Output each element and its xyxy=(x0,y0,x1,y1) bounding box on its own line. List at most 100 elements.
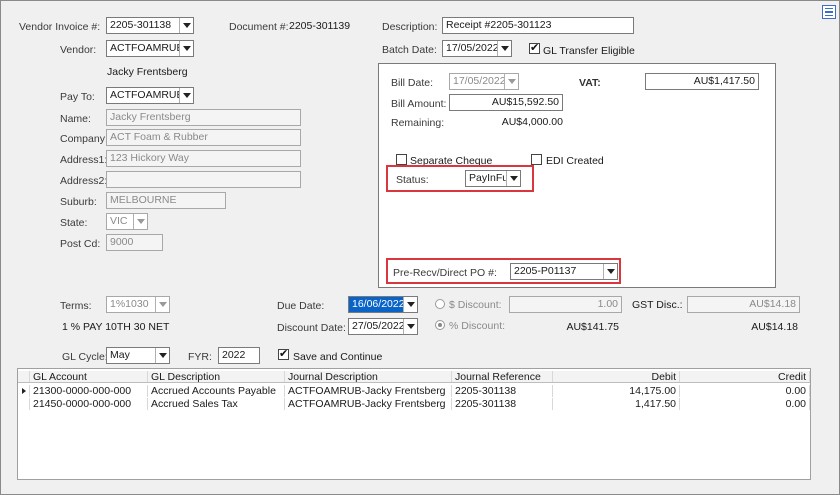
bill-date-combo[interactable]: 17/05/2022 xyxy=(449,73,519,90)
due-date-label: Due Date: xyxy=(277,300,325,312)
table-row[interactable]: 21300-0000-000-000 Accrued Accounts Paya… xyxy=(18,385,810,397)
chevron-down-icon[interactable] xyxy=(403,297,417,312)
bill-amount-field[interactable]: AU$15,592.50 xyxy=(449,94,563,111)
post-cd-field[interactable]: 9000 xyxy=(106,234,163,251)
gl-cycle-combo[interactable]: May xyxy=(106,347,170,364)
cell-gl-account[interactable]: 21300-0000-000-000 xyxy=(30,385,148,397)
due-date-value: 16/06/2022 xyxy=(349,297,403,312)
pay-to-combo[interactable]: ACTFOAMRUB xyxy=(106,87,194,104)
save-continue-label: Save and Continue xyxy=(293,351,383,363)
document-value: 2205-301139 xyxy=(289,20,351,32)
separate-cheque-checkbox[interactable] xyxy=(396,154,407,165)
batch-date-combo[interactable]: 17/05/2022 xyxy=(442,40,512,57)
chevron-down-icon[interactable] xyxy=(155,348,169,363)
gl-distribution-grid[interactable]: GL Account GL Description Journal Descri… xyxy=(17,368,811,480)
company-label: Company: xyxy=(60,133,108,145)
grid-header-indicator xyxy=(18,371,30,382)
gst-disc-field[interactable]: AU$14.18 xyxy=(687,296,800,313)
vendor-invoice-combo[interactable]: 2205-301138 xyxy=(106,17,194,34)
bill-date-value: 17/05/2022 xyxy=(453,75,504,87)
pct-discount-radio[interactable] xyxy=(435,320,445,330)
vendor-invoice-label: Vendor Invoice #: xyxy=(19,21,101,33)
due-date-combo[interactable]: 16/06/2022 xyxy=(348,296,418,313)
vendor-combo[interactable]: ACTFOAMRUB xyxy=(106,40,194,57)
description-field[interactable]: Receipt #2205-301123 xyxy=(442,17,634,34)
cell-debit[interactable]: 14,175.00 xyxy=(553,385,680,397)
chevron-down-icon[interactable] xyxy=(155,297,169,312)
cell-gl-description[interactable]: Accrued Sales Tax xyxy=(148,398,285,410)
row-pointer-icon xyxy=(18,385,30,397)
state-combo[interactable]: VIC xyxy=(106,213,148,230)
address2-field[interactable] xyxy=(106,171,301,188)
pay-to-value: ACTFOAMRUB xyxy=(110,89,179,101)
cell-journal-description[interactable]: ACTFOAMRUB-Jacky Frentsberg xyxy=(285,398,452,410)
cell-debit[interactable]: 1,417.50 xyxy=(553,398,680,410)
vendor-invoice-value: 2205-301138 xyxy=(110,19,172,31)
cell-journal-description[interactable]: ACTFOAMRUB-Jacky Frentsberg xyxy=(285,385,452,397)
po-highlight xyxy=(386,258,621,284)
grid-header-credit[interactable]: Credit xyxy=(680,371,810,382)
cell-credit[interactable]: 0.00 xyxy=(680,385,810,397)
grid-header-gl-account[interactable]: GL Account xyxy=(30,371,148,382)
batch-date-label: Batch Date: xyxy=(382,44,437,56)
table-row[interactable]: 21450-0000-000-000 Accrued Sales Tax ACT… xyxy=(18,398,810,410)
fyr-field[interactable]: 2022 xyxy=(218,347,260,364)
status-highlight xyxy=(386,165,534,192)
chevron-down-icon[interactable] xyxy=(133,214,147,229)
cell-journal-reference[interactable]: 2205-301138 xyxy=(452,385,553,397)
discount-date-combo[interactable]: 27/05/2022 xyxy=(348,318,418,335)
grid-header-journal-reference[interactable]: Journal Reference xyxy=(452,371,553,382)
hamburger-menu-icon[interactable] xyxy=(822,5,836,19)
company-field[interactable]: ACT Foam & Rubber xyxy=(106,129,301,146)
suburb-label: Suburb: xyxy=(60,196,97,208)
cell-journal-reference[interactable]: 2205-301138 xyxy=(452,398,553,410)
batch-date-value: 17/05/2022 xyxy=(446,42,497,54)
vat-label: VAT: xyxy=(579,77,601,89)
gst-disc-label: GST Disc.: xyxy=(632,299,683,311)
bill-amount-label: Bill Amount: xyxy=(391,98,447,110)
bill-date-label: Bill Date: xyxy=(391,77,434,89)
chevron-down-icon[interactable] xyxy=(179,88,193,103)
vat-field[interactable]: AU$1,417.50 xyxy=(645,73,759,90)
terms-combo[interactable]: 1%1030 xyxy=(106,296,170,313)
suburb-field[interactable]: MELBOURNE xyxy=(106,192,226,209)
name-field[interactable]: Jacky Frentsberg xyxy=(106,109,301,126)
grid-header-debit[interactable]: Debit xyxy=(553,371,680,382)
pct-discount-value: AU$141.75 xyxy=(566,321,619,333)
terms-label: Terms: xyxy=(60,300,92,312)
gl-transfer-label: GL Transfer Eligible xyxy=(543,45,635,57)
chevron-down-icon[interactable] xyxy=(179,41,193,56)
save-continue-checkbox[interactable] xyxy=(278,347,289,360)
fyr-label: FYR: xyxy=(188,351,212,363)
dollar-discount-field[interactable]: 1.00 xyxy=(509,296,622,313)
vendor-label: Vendor: xyxy=(60,44,97,56)
grid-header-row: GL Account GL Description Journal Descri… xyxy=(18,371,810,383)
chevron-down-icon[interactable] xyxy=(497,41,511,56)
edi-created-label: EDI Created xyxy=(546,155,604,167)
name-label: Name: xyxy=(60,113,91,125)
edi-created-checkbox[interactable] xyxy=(531,154,542,165)
address1-label: Address1: xyxy=(60,154,108,166)
cell-gl-description[interactable]: Accrued Accounts Payable xyxy=(148,385,285,397)
cell-gl-account[interactable]: 21450-0000-000-000 xyxy=(30,398,148,410)
document-label: Document #: xyxy=(229,21,289,33)
chevron-down-icon[interactable] xyxy=(504,74,518,89)
discount-date-label: Discount Date: xyxy=(277,322,346,334)
description-label: Description: xyxy=(382,21,438,33)
grid-header-gl-description[interactable]: GL Description xyxy=(148,371,285,382)
grid-header-journal-description[interactable]: Journal Description xyxy=(285,371,452,382)
gl-cycle-value: May xyxy=(110,349,130,361)
remaining-label: Remaining: xyxy=(391,117,445,129)
state-value: VIC xyxy=(110,215,128,227)
gl-cycle-label: GL Cycle: xyxy=(62,351,108,363)
chevron-down-icon[interactable] xyxy=(403,319,417,334)
discount-date-value: 27/05/2022 xyxy=(352,320,403,332)
cell-credit[interactable]: 0.00 xyxy=(680,398,810,410)
gl-transfer-checkbox[interactable] xyxy=(529,41,540,54)
dollar-discount-radio[interactable] xyxy=(435,299,445,309)
chevron-down-icon[interactable] xyxy=(179,18,193,33)
address1-field[interactable]: 123 Hickory Way xyxy=(106,150,301,167)
row-indicator xyxy=(18,398,30,410)
invoice-window: Vendor Invoice #: 2205-301138 Document #… xyxy=(0,0,840,495)
gst-disc-value: AU$14.18 xyxy=(751,321,798,333)
